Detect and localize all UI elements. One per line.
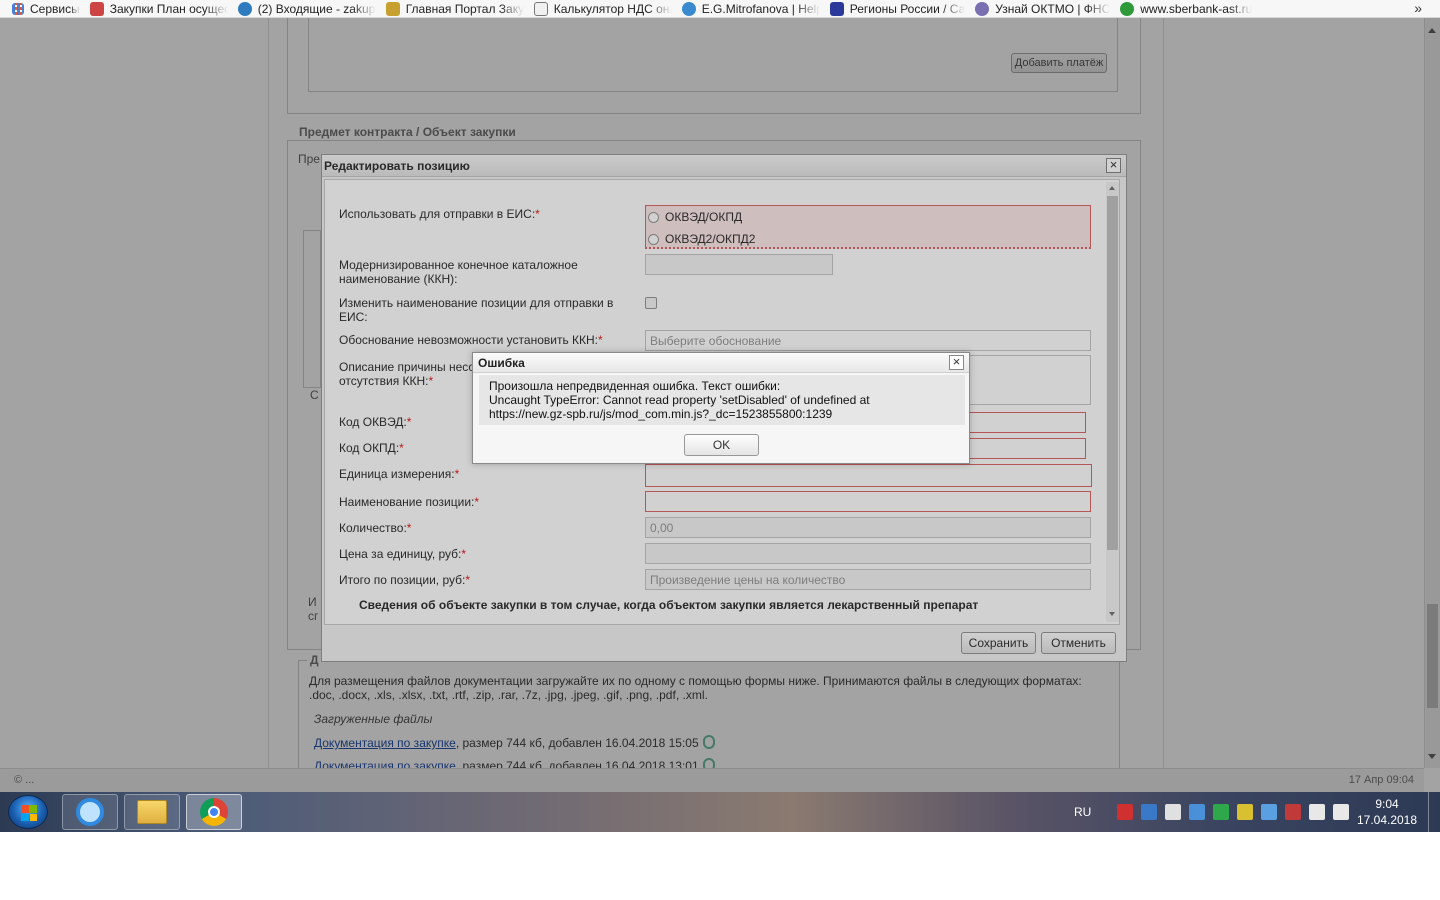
- globe-icon: [681, 1, 696, 16]
- bookmarks-bar: Сервисы Закупки План осуществления (2) В…: [0, 0, 1440, 18]
- show-desktop-button[interactable]: [1428, 792, 1440, 832]
- mail-at-icon: [237, 1, 252, 16]
- bookmark-sberbank-ast[interactable]: www.sberbank-ast.ru: [1115, 0, 1257, 17]
- bookmark-services[interactable]: Сервисы: [0, 0, 85, 17]
- ok-button[interactable]: OK: [684, 434, 759, 456]
- error-dialog-header: Ошибка ×: [473, 353, 969, 373]
- shield-alert-icon[interactable]: [1285, 804, 1302, 820]
- error-message: Произошла непредвиденная ошибка. Текст о…: [479, 375, 965, 425]
- hardware-icon[interactable]: [1165, 804, 1182, 820]
- bookmark-regions[interactable]: Регионы России / Са: [825, 0, 971, 17]
- printer-icon[interactable]: [1237, 804, 1254, 820]
- internet-explorer-icon: [76, 798, 104, 826]
- error-dialog-title: Ошибка: [478, 356, 525, 370]
- taskbar-file-explorer[interactable]: [124, 794, 180, 830]
- system-tray: RU: [1074, 792, 1353, 832]
- star-emblem-icon: [829, 1, 844, 16]
- start-button[interactable]: [8, 795, 48, 829]
- chrome-icon: [200, 798, 228, 826]
- taskbar-internet-explorer[interactable]: [62, 794, 118, 830]
- sberbank-icon: [1120, 1, 1135, 16]
- error-dialog: Ошибка × Произошла непредвиденная ошибка…: [472, 352, 970, 464]
- taskbar-chrome[interactable]: [186, 794, 242, 830]
- bookmark-portal[interactable]: Главная Портал Закупок: [381, 0, 529, 17]
- flag-icon[interactable]: [1117, 804, 1134, 820]
- bookmark-zakupki-plan[interactable]: Закупки План осуществления: [85, 0, 233, 17]
- volume-muted-icon[interactable]: [1333, 804, 1350, 820]
- error-message-line: Uncaught TypeError: Cannot read property…: [489, 393, 870, 407]
- display-icon[interactable]: [1309, 804, 1326, 820]
- tools-icon: [89, 1, 104, 16]
- bookmark-inbox[interactable]: (2) Входящие - zakupki: [233, 0, 381, 17]
- phone-icon[interactable]: [1141, 804, 1158, 820]
- security-icon[interactable]: [1213, 804, 1230, 820]
- clock-time: 9:04: [1375, 797, 1399, 811]
- fns-emblem-icon: [975, 1, 990, 16]
- calculator-icon: [533, 1, 548, 16]
- bookmark-mitrofanova[interactable]: E.G.Mitrofanova | Help: [677, 0, 825, 17]
- language-indicator[interactable]: RU: [1074, 805, 1091, 819]
- windows-logo-icon: [21, 805, 37, 821]
- error-message-line: Произошла непредвиденная ошибка. Текст о…: [489, 379, 781, 393]
- folder-icon: [137, 800, 167, 824]
- apps-grid-icon: [12, 2, 24, 15]
- clock-date: 17.04.2018: [1356, 813, 1418, 827]
- error-message-line: https://new.gz-spb.ru/js/mod_com.min.js?…: [489, 407, 833, 421]
- monitor-icon[interactable]: [1261, 804, 1278, 820]
- taskbar-clock[interactable]: 9:04 17.04.2018: [1352, 796, 1422, 828]
- network-share-icon[interactable]: [1189, 804, 1206, 820]
- emblem-icon: [385, 1, 400, 16]
- blank-area: [0, 832, 1440, 900]
- bookmark-oktmo[interactable]: Узнай ОКТМО | ФНС: [970, 0, 1115, 17]
- bookmarks-overflow-button[interactable]: »: [1414, 0, 1422, 16]
- error-dialog-close-button[interactable]: ×: [949, 355, 964, 370]
- bookmark-vat-calc[interactable]: Калькулятор НДС онлайн: [529, 0, 677, 17]
- windows-taskbar: RU 9:04 17.04.2018: [0, 792, 1440, 832]
